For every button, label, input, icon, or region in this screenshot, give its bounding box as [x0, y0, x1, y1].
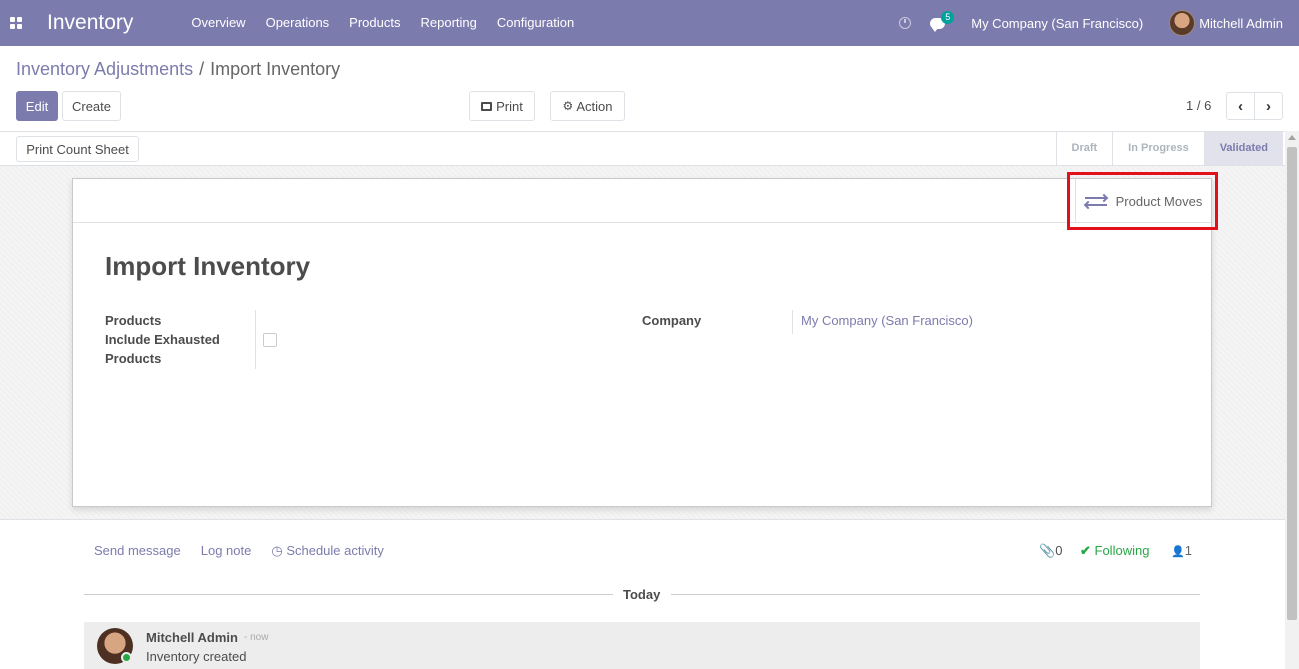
- exchange-icon: [1083, 193, 1108, 210]
- breadcrumb: Inventory Adjustments / Import Inventory: [16, 59, 340, 80]
- edit-button[interactable]: Edit: [16, 91, 58, 121]
- status-step-draft: Draft: [1055, 132, 1113, 165]
- menu-item-overview[interactable]: Overview: [181, 0, 255, 46]
- day-separator: Today: [84, 586, 1200, 604]
- activity-clock-icon[interactable]: [899, 17, 912, 29]
- company-field-separator: [792, 310, 793, 334]
- form-sheet: Product Moves Import Inventory Products …: [72, 178, 1212, 507]
- status-step-in-progress: In Progress: [1112, 132, 1204, 165]
- pager-value[interactable]: 1 / 6: [1186, 98, 1211, 113]
- status-steps: Draft In Progress Validated: [1055, 132, 1283, 165]
- apps-menu-icon[interactable]: [0, 0, 32, 46]
- menu-item-configuration[interactable]: Configuration: [487, 0, 584, 46]
- pager-next-button[interactable]: ›: [1254, 92, 1283, 120]
- main-menu: Overview Operations Products Reporting C…: [181, 0, 584, 46]
- app-title[interactable]: Inventory: [47, 11, 133, 35]
- gear-icon: ⚙: [562, 99, 574, 113]
- followers-count: 1: [1184, 543, 1192, 558]
- followers-button[interactable]: 👤1: [1171, 543, 1192, 558]
- pager-previous-button[interactable]: ‹: [1226, 92, 1255, 120]
- day-separator-line-left: [84, 594, 613, 595]
- user-icon: 👤: [1171, 546, 1185, 558]
- product-moves-button[interactable]: Product Moves: [1075, 179, 1211, 223]
- company-label: Company: [642, 313, 702, 328]
- chatter-topbar: Send message Log note ◷ Schedule activit…: [94, 543, 404, 559]
- top-navbar: Inventory Overview Operations Products R…: [0, 0, 1299, 46]
- message-body: Inventory created: [146, 649, 247, 664]
- menu-item-operations[interactable]: Operations: [256, 0, 340, 46]
- smart-button-box: Product Moves: [73, 179, 1211, 223]
- chatter-message: Mitchell Admin - now Inventory created: [84, 622, 1200, 669]
- print-icon: [481, 101, 493, 111]
- log-note-button[interactable]: Log note: [201, 543, 252, 559]
- chevron-right-icon: ›: [1266, 97, 1271, 115]
- user-avatar[interactable]: [1169, 10, 1196, 36]
- check-icon: ✔: [1080, 543, 1095, 558]
- messaging-menu[interactable]: 5: [930, 10, 955, 32]
- create-button[interactable]: Create: [62, 91, 121, 121]
- following-label: Following: [1094, 543, 1150, 558]
- scrollbar[interactable]: [1285, 131, 1299, 669]
- following-button[interactable]: ✔ Following: [1080, 543, 1149, 559]
- menu-item-products[interactable]: Products: [339, 0, 410, 46]
- company-switcher[interactable]: My Company (San Francisco): [971, 16, 1143, 31]
- message-date: - now: [244, 632, 269, 643]
- products-label: Products: [105, 313, 162, 328]
- company-field-link[interactable]: My Company (San Francisco): [801, 313, 973, 328]
- product-moves-label: Product Moves: [1115, 193, 1203, 209]
- field-separator: [255, 310, 256, 369]
- schedule-activity-label: Schedule activity: [286, 543, 384, 558]
- include-exhausted-label-line2: Products: [105, 351, 162, 366]
- status-step-validated: Validated: [1203, 132, 1283, 165]
- form-statusbar: Print Count Sheet Draft In Progress Vali…: [0, 131, 1299, 166]
- navbar-systray: 5 My Company (San Francisco) Mitchell Ad…: [899, 0, 1299, 46]
- online-status-icon: [121, 652, 132, 663]
- chat-unread-badge: 5: [941, 10, 955, 24]
- menu-item-reporting[interactable]: Reporting: [410, 0, 486, 46]
- paperclip-icon: 📎: [1039, 543, 1056, 558]
- action-button-label: Action: [576, 98, 613, 114]
- include-exhausted-label: Include Exhausted: [105, 332, 220, 347]
- scrollbar-thumb[interactable]: [1287, 147, 1297, 620]
- attachments-button[interactable]: 📎0: [1039, 543, 1062, 559]
- day-separator-line-right: [671, 594, 1200, 595]
- breadcrumb-parent-link[interactable]: Inventory Adjustments: [16, 59, 193, 80]
- breadcrumb-separator: /: [199, 59, 205, 79]
- clock-icon: ◷: [271, 543, 287, 558]
- scroll-up-arrow-icon[interactable]: [1288, 135, 1296, 140]
- record-title: Import Inventory: [105, 251, 311, 281]
- action-button[interactable]: ⚙ Action: [550, 91, 625, 121]
- print-button-label: Print: [496, 98, 523, 114]
- include-exhausted-checkbox[interactable]: [263, 333, 277, 347]
- schedule-activity-button[interactable]: ◷ Schedule activity: [271, 543, 384, 559]
- user-menu[interactable]: Mitchell Admin: [1199, 16, 1283, 31]
- breadcrumb-current: Import Inventory: [210, 59, 341, 79]
- day-separator-label: Today: [623, 587, 661, 602]
- chevron-left-icon: ‹: [1238, 97, 1243, 115]
- send-message-button[interactable]: Send message: [94, 543, 181, 559]
- print-count-sheet-button[interactable]: Print Count Sheet: [16, 136, 139, 162]
- print-button[interactable]: Print: [469, 91, 535, 121]
- attachments-count: 0: [1055, 543, 1063, 558]
- message-author[interactable]: Mitchell Admin: [146, 630, 238, 645]
